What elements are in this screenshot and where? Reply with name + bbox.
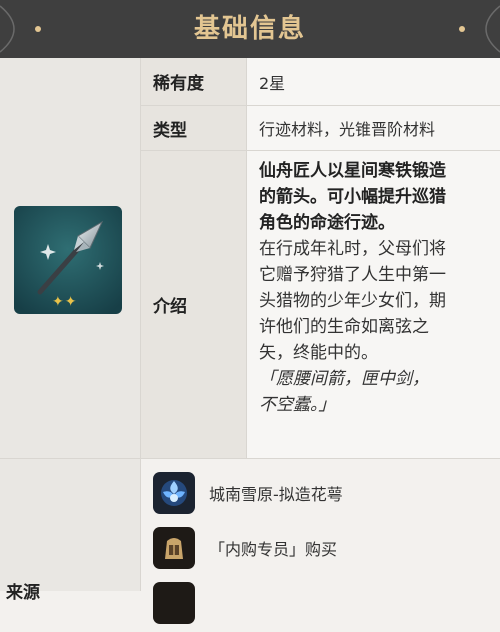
source-item[interactable] xyxy=(141,574,500,632)
intro-line: 的箭头。可小幅提升巡猎 xyxy=(259,187,446,207)
source-text: 城南雪原-拟造花萼 xyxy=(209,485,343,504)
header-title: 基础信息 xyxy=(193,14,306,44)
source-icon xyxy=(153,582,195,624)
intro-line: 在行成年礼时，父母们将 xyxy=(259,239,446,259)
item-thumbnail: ✦✦ xyxy=(14,206,122,314)
source-item[interactable]: 「内购专员」购买 xyxy=(141,519,500,577)
info-table: 稀有度 2星 类型 行迹材料，光锥晋阶材料 介绍 仙舟匠人以星间寒铁锻造 的箭头… xyxy=(0,58,500,624)
merchant-icon xyxy=(153,527,195,569)
source-text: 「内购专员」购买 xyxy=(209,540,338,559)
intro-line: 矢，终能中的。 xyxy=(259,343,378,363)
source-label: 来源 xyxy=(6,583,40,603)
intro-line: 头猎物的少年少女们，期 xyxy=(259,291,446,311)
rarity-value: 2星 xyxy=(247,58,500,105)
left-column xyxy=(0,58,141,591)
intro-label: 介绍 xyxy=(141,151,247,458)
rarity-stars: ✦✦ xyxy=(52,294,78,310)
intro-line: 角色的命途行迹。 xyxy=(259,213,395,233)
intro-line: 「愿腰间箭，匣中剑， xyxy=(259,369,429,389)
type-label: 类型 xyxy=(141,106,247,150)
intro-line: 仙舟匠人以星间寒铁锻造 xyxy=(259,161,446,181)
intro-line: 它赠予狩猎了人生中第一 xyxy=(259,265,446,285)
type-value: 行迹材料，光锥晋阶材料 xyxy=(247,106,500,150)
intro-line: 许他们的生命如离弦之 xyxy=(259,317,429,337)
intro-value: 仙舟匠人以星间寒铁锻造 的箭头。可小幅提升巡猎 角色的命途行迹。 在行成年礼时，… xyxy=(247,151,500,458)
source-item[interactable]: 城南雪原-拟造花萼 xyxy=(141,464,500,522)
blue-flower-icon xyxy=(153,472,195,514)
section-header: 基础信息 xyxy=(0,0,500,58)
rarity-label: 稀有度 xyxy=(141,58,247,105)
intro-line: 不空蠹。」 xyxy=(259,395,336,415)
